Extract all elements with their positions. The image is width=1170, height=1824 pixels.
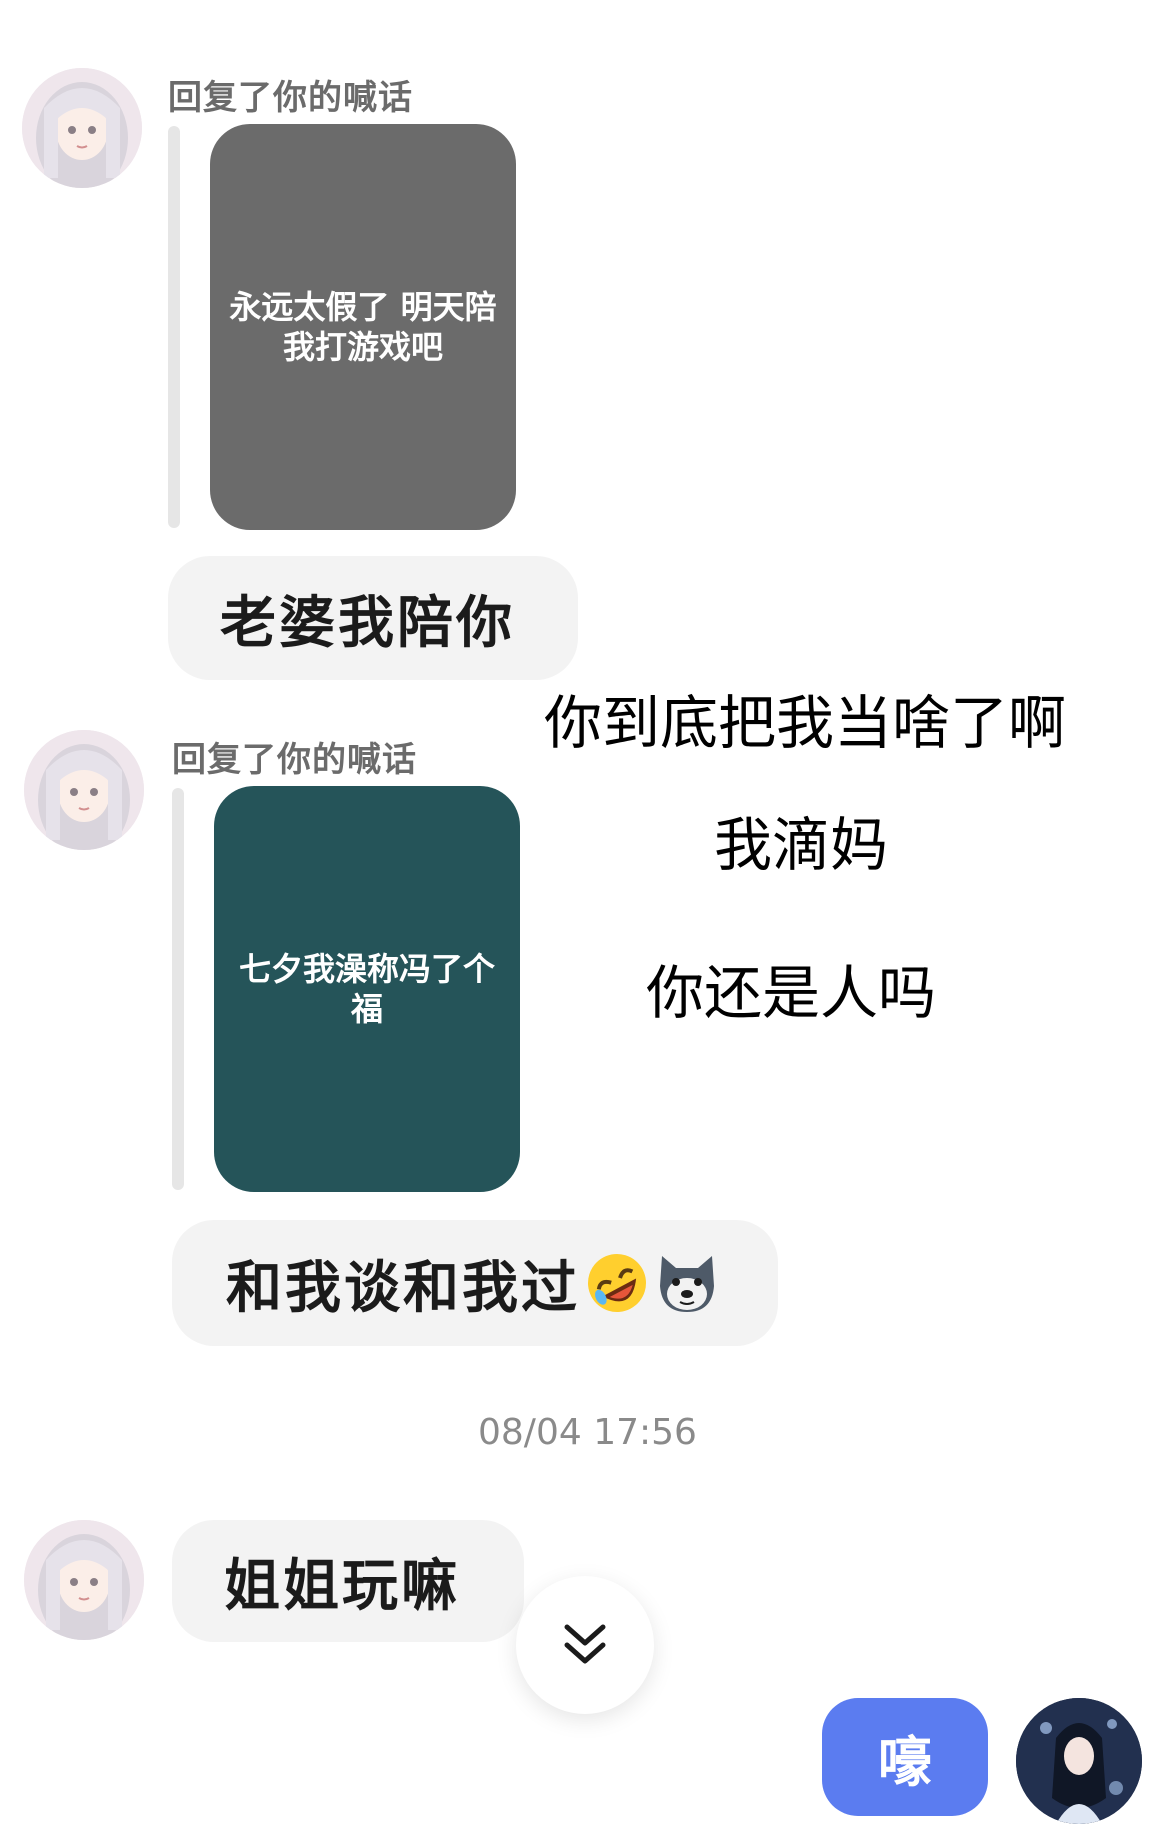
overlay-caption: 我滴妈: [714, 811, 889, 879]
husky-dog-emoji: [660, 1256, 714, 1312]
self-avatar[interactable]: [1016, 1698, 1142, 1824]
message-text: 老婆我陪你: [220, 590, 515, 656]
quote-bar: [168, 126, 180, 528]
scroll-to-bottom-button[interactable]: [516, 1576, 654, 1714]
reply-label: 回复了你的喊话: [168, 78, 413, 118]
quoted-shout-card[interactable]: 七夕我澡称冯了个 福: [214, 786, 520, 1192]
message-bubble[interactable]: 和我谈和我过: [172, 1220, 778, 1346]
message-text: 姐姐玩嘛: [224, 1553, 460, 1619]
avatar[interactable]: [22, 68, 142, 188]
overlay-caption: 你还是人吗: [646, 959, 937, 1027]
rolling-laughing-emoji: [588, 1254, 646, 1312]
quoted-shout-card[interactable]: 永远太假了 明天陪 我打游戏吧: [210, 124, 516, 530]
message-text: 和我谈和我过: [226, 1255, 580, 1321]
send-button-label: 嚎: [878, 1730, 932, 1794]
quote-bar: [172, 788, 184, 1190]
quoted-shout-text: 七夕我澡称冯了个 福: [238, 950, 495, 1028]
avatar[interactable]: [24, 1520, 144, 1640]
message-bubble[interactable]: 老婆我陪你: [168, 556, 578, 680]
reply-label: 回复了你的喊话: [172, 740, 417, 780]
avatar[interactable]: [24, 730, 144, 850]
message-bubble[interactable]: 姐姐玩嘛: [172, 1520, 524, 1642]
overlay-caption: 你到底把我当啥了啊: [544, 689, 1067, 757]
timestamp: 08/04 17:56: [478, 1412, 697, 1453]
send-button[interactable]: 嚎: [822, 1698, 988, 1816]
quoted-shout-text: 永远太假了 明天陪 我打游戏吧: [229, 288, 497, 366]
double-chevron-down-icon: [564, 1624, 606, 1664]
